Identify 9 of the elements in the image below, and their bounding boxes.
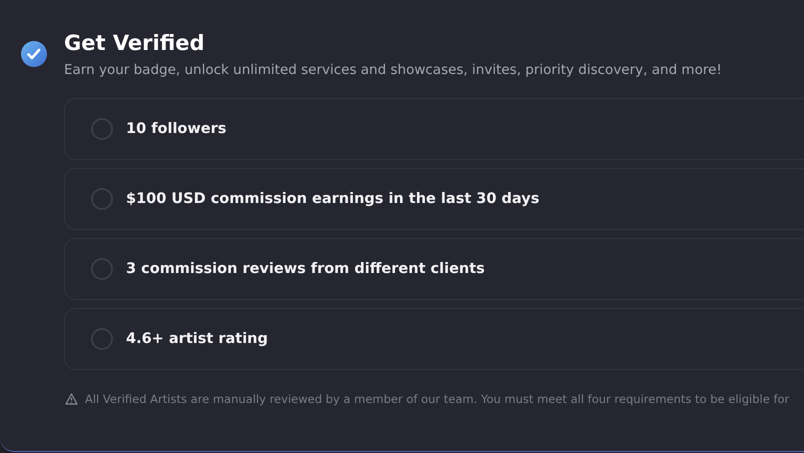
requirement-label: 3 commission reviews from different clients (126, 261, 485, 277)
requirement-label: 10 followers (126, 121, 226, 137)
requirement-label: $100 USD commission earnings in the last 30 days (126, 191, 540, 207)
verified-check-icon (20, 40, 48, 68)
panel-title: Get Verified (64, 30, 206, 56)
warning-icon (65, 393, 78, 405)
requirement-label: 4.6+ artist rating (126, 331, 268, 347)
panel-subtitle: Earn your badge, unlock unlimited services and showcases, invites, priority discovery, and more! (64, 62, 722, 78)
disclaimer-text: All Verified Artists are manually reviewed by a member of our team. You must meet all four requirements to be eligible for (85, 392, 790, 406)
